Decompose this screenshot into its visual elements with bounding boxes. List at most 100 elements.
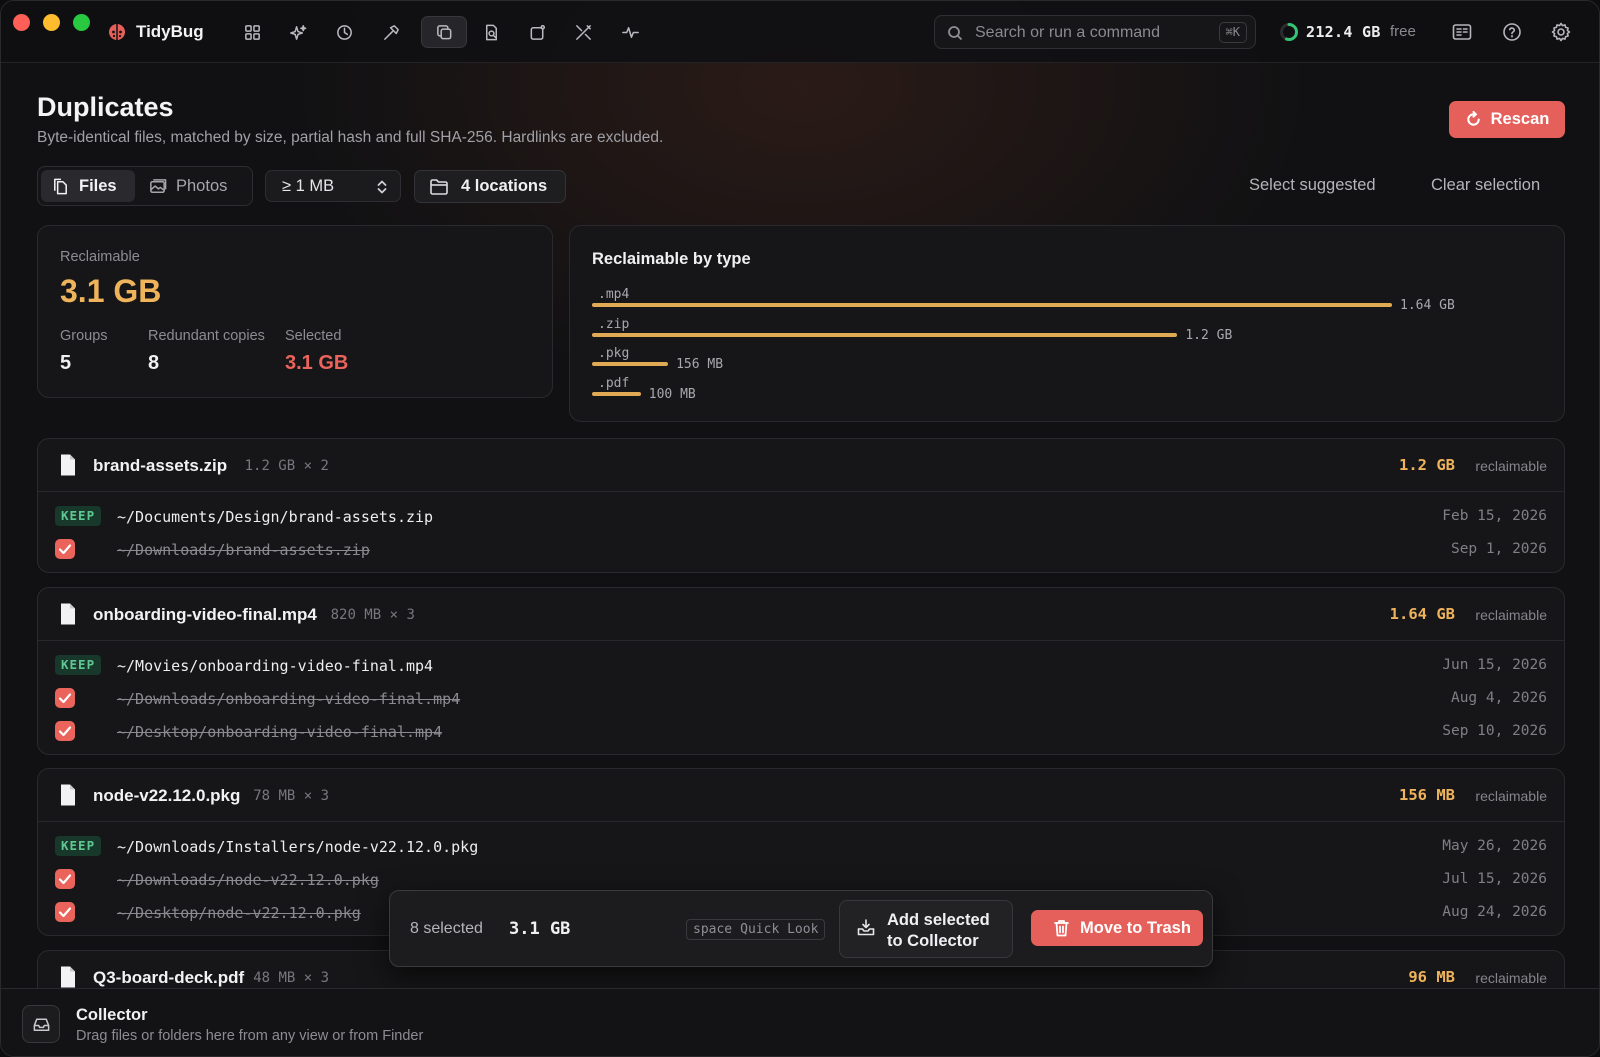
search-icon: [948, 26, 963, 41]
gear-icon: [1551, 22, 1571, 42]
quick-look-label: Quick Look: [740, 922, 819, 937]
type-value: 1.2 GB: [1185, 327, 1233, 343]
type-label: .zip: [598, 316, 630, 332]
min-size-select[interactable]: ≥ 1 MB: [265, 170, 401, 202]
pie-clock-icon: [336, 24, 352, 40]
type-value: 156 MB: [676, 357, 724, 372]
disk-free-value: 212.4 GB: [1306, 23, 1381, 41]
rescan-label: Rescan: [1490, 110, 1550, 128]
checkmark-icon: [58, 874, 72, 885]
duplicate-file-row[interactable]: ~/Desktop/onboarding-video-final.mp4 Sep …: [38, 715, 1564, 748]
close-window-button[interactable]: [13, 14, 30, 31]
command-search[interactable]: ⌘K: [934, 15, 1256, 49]
add-to-collector-label: Add selected to Collector: [887, 911, 990, 950]
select-checkbox[interactable]: [55, 539, 75, 559]
checkmark-icon: [58, 693, 72, 704]
file-icon: [61, 966, 75, 988]
group-size-count: 48 MB × 3: [253, 970, 330, 986]
group-size-count: 1.2 GB × 2: [244, 458, 329, 474]
hammer-icon: [383, 24, 399, 40]
checkmark-icon: [58, 726, 72, 737]
selected-label: Selected: [285, 328, 342, 344]
nav-smart-clean[interactable]: [275, 16, 321, 48]
file-path: ~/Downloads/Installers/node-v22.12.0.pkg: [117, 838, 479, 856]
zoom-window-button[interactable]: [73, 14, 90, 31]
grid-icon: [244, 24, 260, 40]
type-bar: [592, 391, 641, 396]
file-icon: [61, 603, 75, 625]
nav-duplicates[interactable]: [421, 16, 467, 48]
file-date: Feb 15, 2026: [1442, 508, 1547, 524]
minimize-window-button[interactable]: [43, 14, 60, 31]
checkmark-icon: [58, 907, 72, 918]
select-checkbox[interactable]: [55, 721, 75, 741]
group-file-name: brand-assets.zip: [93, 456, 228, 475]
rescan-button[interactable]: Rescan: [1449, 101, 1565, 138]
nav-tools[interactable]: [560, 16, 606, 48]
group-header[interactable]: onboarding-video-final.mp4 820 MB × 3 1.64…: [38, 588, 1564, 641]
settings-button[interactable]: [1550, 21, 1572, 43]
summary-card: Reclaimable 3.1 GB Groups 5 Redundant co…: [37, 225, 553, 398]
collector-title: Collector: [76, 1006, 148, 1024]
select-checkbox[interactable]: [55, 869, 75, 889]
min-size-value: ≥ 1 MB: [282, 177, 335, 195]
reclaimable-by-type-card: Reclaimable by type .mp4 1.64 GB .zip 1.2 G…: [569, 225, 1565, 422]
duplicate-group: brand-assets.zip 1.2 GB × 2 1.2 GB reclaima…: [37, 438, 1565, 573]
group-reclaimable-label: reclaimable: [1475, 458, 1547, 474]
selected-size: 3.1 GB: [509, 919, 571, 939]
nav-large-files[interactable]: [468, 16, 514, 48]
nav-apps[interactable]: [514, 16, 560, 48]
sparkle-icon: [289, 24, 306, 40]
reader-button[interactable]: [1451, 21, 1473, 43]
list-window-icon: [1452, 24, 1472, 40]
file-path: ~/Downloads/node-v22.12.0.pkg: [117, 871, 379, 889]
select-checkbox[interactable]: [55, 688, 75, 708]
group-reclaimable-label: reclaimable: [1475, 607, 1547, 623]
collector-icon-box: [22, 1005, 60, 1043]
nav-overview[interactable]: [229, 16, 275, 48]
reclaimable-label: Reclaimable: [60, 249, 140, 265]
tab-files[interactable]: Files: [41, 170, 135, 202]
group-file-name: node-v22.12.0.pkg: [93, 786, 241, 805]
selected-count: 8 selected: [410, 920, 483, 937]
redundant-label: Redundant copies: [148, 328, 265, 344]
nav-build-clean[interactable]: [368, 16, 414, 48]
clear-selection-button[interactable]: Clear selection: [1431, 176, 1540, 195]
file-date: May 26, 2026: [1442, 838, 1547, 854]
nav-space-lens[interactable]: [321, 16, 367, 48]
group-file-name: onboarding-video-final.mp4: [93, 605, 317, 624]
nav-activity[interactable]: [607, 16, 653, 48]
trash-icon: [1054, 920, 1069, 937]
file-path: ~/Desktop/node-v22.12.0.pkg: [117, 904, 361, 922]
tab-photos[interactable]: Photos: [138, 170, 250, 202]
type-value: 1.64 GB: [1400, 298, 1455, 313]
disk-usage-ring: [1280, 23, 1298, 41]
search-input[interactable]: [975, 22, 1195, 44]
quick-look-hint: space Quick Look: [686, 919, 826, 940]
help-button[interactable]: [1501, 21, 1523, 43]
file-date: Aug 4, 2026: [1450, 690, 1547, 706]
collector-drop-zone[interactable]: Collector Drag files or folders here fro…: [1, 988, 1599, 1056]
locations-button[interactable]: 4 locations: [414, 170, 566, 203]
group-size-count: 820 MB × 3: [330, 607, 415, 623]
move-to-trash-button[interactable]: Move to Trash: [1031, 910, 1203, 946]
duplicate-file-row[interactable]: ~/Downloads/onboarding-video-final.mp4 Au…: [38, 682, 1564, 715]
group-size-count: 78 MB × 3: [253, 788, 330, 804]
add-to-collector-button[interactable]: Add selected to Collector: [839, 900, 1013, 958]
app-window: TidyBug ⌘K: [0, 0, 1600, 1057]
folder-icon: [430, 178, 448, 195]
select-checkbox[interactable]: [55, 902, 75, 922]
refresh-icon: [1466, 111, 1480, 126]
group-header[interactable]: brand-assets.zip 1.2 GB × 2 1.2 GB reclaima…: [38, 439, 1564, 492]
page-title: Duplicates: [37, 92, 174, 122]
disk-free-label: free: [1390, 23, 1416, 40]
file-date: Sep 10, 2026: [1442, 723, 1547, 739]
file-path: ~/Desktop/onboarding-video-final.mp4: [117, 723, 443, 741]
kept-file-row: KEEP ~/Documents/Design/brand-assets.zip F…: [38, 500, 1564, 533]
ladybug-logo-icon: [109, 24, 125, 40]
group-header[interactable]: node-v22.12.0.pkg 78 MB × 3 156 MB reclaima…: [38, 769, 1564, 822]
duplicate-file-row[interactable]: ~/Downloads/brand-assets.zip Sep 1, 2026: [38, 533, 1564, 566]
collector-subtitle: Drag files or folders here from any view…: [76, 1028, 424, 1044]
file-date: Jul 15, 2026: [1442, 871, 1547, 887]
select-suggested-button[interactable]: Select suggested: [1249, 176, 1376, 195]
